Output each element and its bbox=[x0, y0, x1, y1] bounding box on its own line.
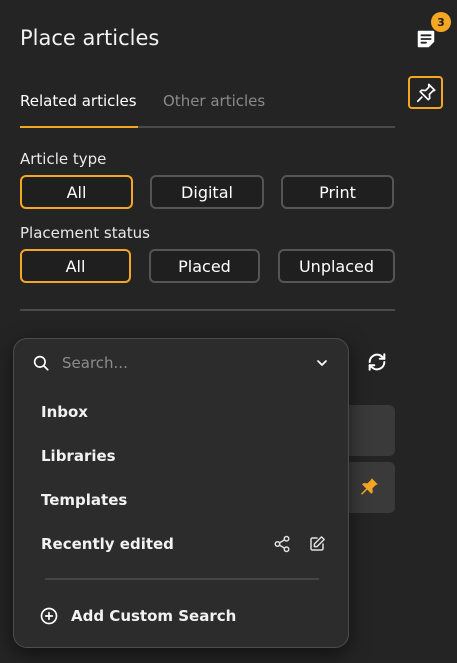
add-circle-icon bbox=[39, 606, 59, 626]
refresh-icon[interactable] bbox=[364, 349, 390, 375]
search-item-inbox[interactable]: Inbox bbox=[41, 403, 88, 421]
placement-status-label: Placement status bbox=[20, 224, 150, 242]
tab-other-articles[interactable]: Other articles bbox=[163, 92, 265, 110]
article-tabs: Related articles Other articles bbox=[20, 92, 395, 129]
edit-icon[interactable] bbox=[308, 535, 326, 553]
placement-placed-button[interactable]: Placed bbox=[149, 249, 260, 283]
article-type-label: Article type bbox=[20, 150, 107, 168]
search-input[interactable] bbox=[62, 351, 292, 375]
pin-icon[interactable] bbox=[356, 474, 382, 500]
search-dropdown: Inbox Libraries Templates Recently edite… bbox=[13, 338, 349, 648]
share-icon[interactable] bbox=[273, 535, 291, 553]
search-item-templates[interactable]: Templates bbox=[41, 491, 127, 509]
add-custom-search-label: Add Custom Search bbox=[71, 607, 237, 625]
pin-icon bbox=[415, 82, 437, 104]
chevron-down-icon[interactable] bbox=[314, 355, 330, 371]
menu-divider bbox=[45, 578, 319, 580]
search-bar bbox=[14, 339, 348, 387]
search-item-libraries[interactable]: Libraries bbox=[41, 447, 116, 465]
search-item-recently-edited[interactable]: Recently edited bbox=[41, 535, 174, 553]
search-icon bbox=[32, 354, 50, 372]
notes-icon[interactable] bbox=[414, 27, 438, 51]
notification-count-badge: 3 bbox=[431, 12, 451, 32]
tab-active-indicator bbox=[20, 126, 138, 128]
placement-unplaced-button[interactable]: Unplaced bbox=[278, 249, 395, 283]
panel-title: Place articles bbox=[20, 26, 160, 50]
tab-related-articles[interactable]: Related articles bbox=[20, 92, 137, 110]
add-custom-search-button[interactable]: Add Custom Search bbox=[39, 605, 236, 627]
article-type-all-button[interactable]: All bbox=[20, 175, 133, 209]
article-type-print-button[interactable]: Print bbox=[281, 175, 394, 209]
article-type-digital-button[interactable]: Digital bbox=[150, 175, 264, 209]
pin-toggle-button[interactable] bbox=[408, 76, 443, 109]
section-divider bbox=[20, 309, 395, 311]
placement-all-button[interactable]: All bbox=[20, 249, 131, 283]
